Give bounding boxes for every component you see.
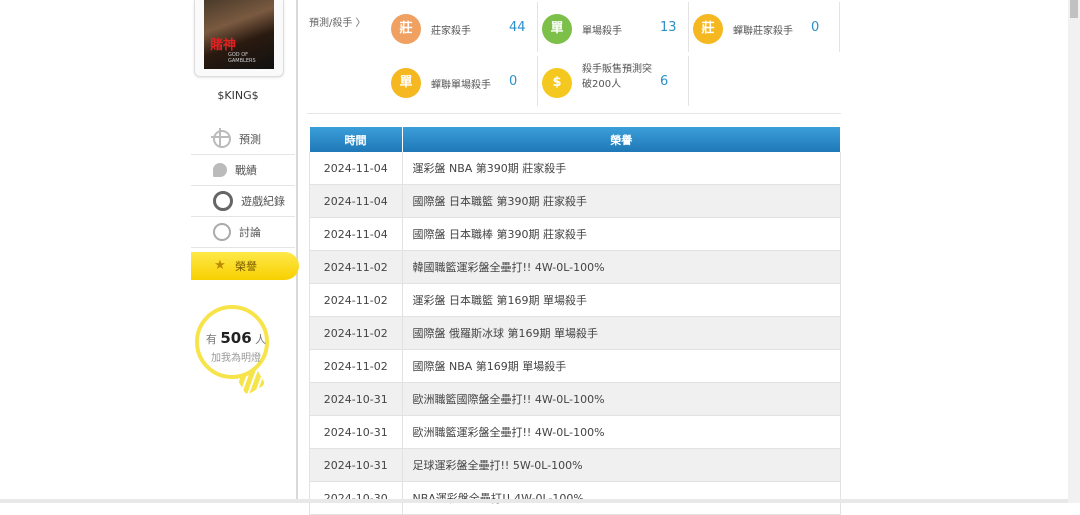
honor-date: 2024-11-02 (309, 349, 403, 383)
horizontal-scrollbar[interactable] (0, 499, 1068, 503)
sidebar: 賭神 GOD OF GAMBLERS $KING$ 預測 戰績 遊戲紀錄 討論 … (191, 0, 299, 503)
star-icon: ★ (214, 258, 226, 273)
honor-date: 2024-11-02 (309, 316, 403, 350)
sidebar-menu: 預測 戰績 遊戲紀錄 討論 ★ 榮譽 (191, 124, 299, 280)
sidebar-item-stats[interactable]: 戰績 (191, 155, 295, 186)
sidebar-item-label: 遊戲紀錄 (241, 195, 285, 208)
column-header-honor: 榮譽 (402, 127, 841, 152)
badge-count: 44 (509, 20, 526, 35)
table-row: 2024-11-02 國際盤 NBA 第169期 單場殺手 (309, 349, 841, 383)
badge-label: 單場殺手 (582, 26, 622, 37)
honor-title: 國際盤 日本職籃 第390期 莊家殺手 (402, 184, 841, 218)
banker-badge-icon: 莊 (391, 14, 421, 44)
table-header-row: 時間 榮譽 (309, 127, 841, 152)
sidebar-item-predict[interactable]: 預測 (191, 124, 295, 155)
table-row: 2024-10-31 歐洲職籃國際盤全壘打!! 4W-0L-100% (309, 382, 841, 416)
fan-count: 有 506 人 (199, 329, 273, 347)
table-row: 2024-10-31 歐洲職籃運彩盤全壘打!! 4W-0L-100% (309, 415, 841, 449)
honor-date: 2024-11-04 (309, 217, 403, 251)
crosshair-icon (211, 128, 231, 148)
badge-label: 莊家殺手 (431, 26, 471, 37)
badge-label: 蟬聯單場殺手 (431, 80, 491, 91)
username: $KING$ (217, 89, 259, 102)
lightbulb-icon[interactable]: 有 506 人 加我為明燈 (195, 305, 269, 379)
badge-single-killer: 單 單場殺手 13 (538, 2, 689, 52)
consecutive-banker-badge-icon: 莊 (693, 14, 723, 44)
avatar-card: 賭神 GOD OF GAMBLERS (194, 0, 284, 77)
honor-title: 國際盤 NBA 第169期 單場殺手 (402, 349, 841, 383)
table-row: 2024-11-04 運彩盤 NBA 第390期 莊家殺手 (309, 152, 841, 185)
consecutive-single-badge-icon: 單 (391, 68, 421, 98)
honor-date: 2024-10-31 (309, 415, 403, 449)
section-divider (307, 113, 841, 114)
ring-icon (213, 191, 233, 211)
badge-consecutive-single-killer: 單 蟬聯單場殺手 0 (387, 56, 538, 106)
honor-title: 韓國職籃運彩盤全壘打!! 4W-0L-100% (402, 250, 841, 284)
honor-title: 國際盤 日本職棒 第390期 莊家殺手 (402, 217, 841, 251)
honor-date: 2024-11-04 (309, 184, 403, 218)
badge-label: 殺手販售預測突破200人 (582, 64, 652, 90)
fan-number: 506 (220, 329, 252, 347)
honor-title: 國際盤 俄羅斯冰球 第169期 單場殺手 (402, 316, 841, 350)
scrollbar-thumb[interactable] (1070, 0, 1078, 18)
sidebar-item-label: 討論 (239, 226, 261, 239)
avatar[interactable]: 賭神 GOD OF GAMBLERS (204, 0, 274, 69)
honor-date: 2024-11-02 (309, 250, 403, 284)
table-row: 2024-11-02 運彩盤 日本職籃 第169期 單場殺手 (309, 283, 841, 317)
honor-title: 運彩盤 日本職籃 第169期 單場殺手 (402, 283, 841, 317)
fan-prefix: 有 (205, 333, 217, 346)
badge-banker-killer: 莊 莊家殺手 44 (387, 2, 538, 52)
honor-title: 運彩盤 NBA 第390期 莊家殺手 (402, 152, 841, 185)
table-row: 2024-11-02 國際盤 俄羅斯冰球 第169期 單場殺手 (309, 316, 841, 350)
honor-date: 2024-10-30 (309, 481, 403, 515)
badge-count: 0 (811, 20, 820, 35)
avatar-subtitle: GOD OF GAMBLERS (228, 52, 256, 64)
vertical-scrollbar[interactable] (1068, 0, 1080, 503)
fan-suffix: 人 (255, 333, 267, 346)
discuss-icon (213, 223, 231, 241)
badge-count: 13 (660, 20, 677, 35)
sidebar-item-game-record[interactable]: 遊戲紀錄 (191, 186, 295, 217)
avatar-title: 賭神 (210, 38, 237, 53)
badge-sales-over-200: $ 殺手販售預測突破200人 6 (538, 56, 689, 106)
badge-consecutive-banker-killer: 莊 蟬聯莊家殺手 0 (689, 2, 840, 52)
table-row: 2024-11-04 國際盤 日本職棒 第390期 莊家殺手 (309, 217, 841, 251)
badge-count: 6 (660, 74, 669, 89)
sidebar-item-honor[interactable]: ★ 榮譽 (191, 252, 299, 280)
honor-title: 歐洲職籃運彩盤全壘打!! 4W-0L-100% (402, 415, 841, 449)
honor-date: 2024-10-31 (309, 448, 403, 482)
badge-row-1: 莊 莊家殺手 44 單 單場殺手 13 莊 蟬聯莊家殺手 0 (387, 2, 840, 52)
badge-section-label[interactable]: 預測/殺手 〉 (309, 14, 366, 29)
main-content: 預測/殺手 〉 莊 莊家殺手 44 單 單場殺手 13 莊 蟬聯莊家殺手 0 單… (307, 0, 841, 515)
badge-label: 蟬聯莊家殺手 (733, 26, 793, 37)
table-row: 2024-11-02 韓國職籃運彩盤全壘打!! 4W-0L-100% (309, 250, 841, 284)
column-header-time: 時間 (309, 127, 403, 152)
badge-row-2: 單 蟬聯單場殺手 0 $ 殺手販售預測突破200人 6 (387, 56, 689, 106)
chat-icon (213, 163, 227, 177)
sidebar-item-label: 戰績 (235, 164, 257, 177)
honor-date: 2024-10-31 (309, 382, 403, 416)
honor-table: 時間 榮譽 2024-11-04 運彩盤 NBA 第390期 莊家殺手 2024-1… (309, 127, 841, 515)
badge-count: 0 (509, 74, 518, 89)
honor-table-body: 2024-11-04 運彩盤 NBA 第390期 莊家殺手 2024-11-04 國際… (309, 152, 841, 515)
sidebar-item-discuss[interactable]: 討論 (191, 217, 295, 248)
table-row: 2024-10-31 足球運彩盤全壘打!! 5W-0L-100% (309, 448, 841, 482)
single-badge-icon: 單 (542, 14, 572, 44)
table-row: 2024-10-30NBA運彩盤全壘打!! 4W-0L-100% (309, 481, 841, 515)
honor-title: NBA運彩盤全壘打!! 4W-0L-100% (402, 481, 841, 515)
honor-date: 2024-11-04 (309, 152, 403, 185)
table-row: 2024-11-04 國際盤 日本職籃 第390期 莊家殺手 (309, 184, 841, 218)
sidebar-item-label: 榮譽 (235, 260, 257, 273)
honor-title: 足球運彩盤全壘打!! 5W-0L-100% (402, 448, 841, 482)
sidebar-item-label: 預測 (239, 133, 261, 146)
page-right-margin (853, 0, 1068, 503)
coin-badge-icon: $ (542, 68, 572, 98)
fan-cta: 加我為明燈 (211, 353, 261, 364)
page-left-margin (0, 0, 190, 503)
honor-date: 2024-11-02 (309, 283, 403, 317)
honor-title: 歐洲職籃國際盤全壘打!! 4W-0L-100% (402, 382, 841, 416)
